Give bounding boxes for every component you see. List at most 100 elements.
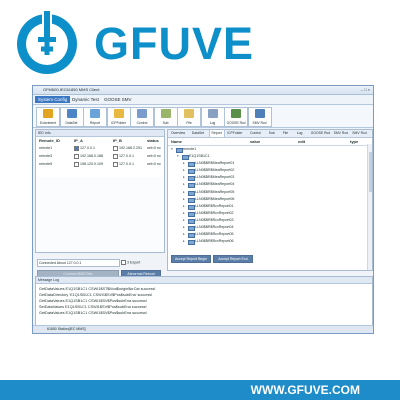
menu-system-config[interactable]: System Config [35,96,71,103]
report-scrollbar[interactable] [367,144,372,270]
collapse-arrow-icon[interactable]: ▸ [183,181,185,188]
collapse-arrow-icon[interactable]: ▸ [183,217,185,224]
tree-node[interactable]: ▸ LLN0$BR$MeaReport05 [168,189,372,196]
menu-goose-smv[interactable]: GOOSE SMV [101,96,135,103]
collapse-arrow-icon[interactable]: ▸ [183,196,185,203]
collapse-arrow-icon[interactable]: ▸ [183,160,185,167]
expand-arrow-icon[interactable]: ▾ [177,153,179,160]
tree-node[interactable]: ▸ LLN0$BR$RcvReport06 [168,238,372,246]
collapse-arrow-icon[interactable]: ▸ [183,174,185,181]
tree-node[interactable]: ▸ LLN0$BR$RcvReport02 [168,210,372,217]
dataset-icon [66,109,77,118]
tab-dataset[interactable]: DataSet [190,130,206,137]
tree-node[interactable]: ▸ LLN0$BR$MeaReport06 [168,196,372,203]
connected-about-field[interactable]: Connected About 127.0.0.1 [37,259,120,267]
toolbar-label: ICPFolder [111,121,126,125]
tree-node[interactable]: ▸ LLN0$BR$MeaReport02 [168,167,372,175]
collapse-arrow-icon[interactable]: ▸ [183,167,185,174]
remote-id-cell-text: remote1 [39,146,53,150]
tree-node[interactable]: ▸ LLN0$BR$MeaReport01 [168,160,372,168]
mms-client-window: GFM600-IEC61850 MMS Client – □ × System … [32,85,374,334]
row-checkbox[interactable] [113,153,118,159]
col-name: Name [171,139,182,144]
toolbar-button-control[interactable]: Control [130,107,154,127]
expert-checkbox[interactable] [121,260,126,265]
report-tabs: Overview DataSet Report ICPFolder Control Sub… [168,130,372,138]
tree-node[interactable]: ▸ LLN0$BR$RcvReport01 [168,203,372,210]
toolbar-button-dataset[interactable]: DataSet [59,107,84,127]
tab-report[interactable]: Report [208,130,225,137]
toolbar-button-smv-rcd[interactable]: SMV Rcd [247,107,272,127]
tree-node[interactable]: ▸ LLN0$BR$RcvReport04 [168,224,372,232]
folder-icon [113,109,124,118]
window-controls[interactable]: – □ × [361,87,370,92]
toolbar-label: SMV Rcd [252,121,267,125]
window-title: GFM600-IEC61850 MMS Client [43,87,100,92]
collapse-arrow-icon[interactable]: ▸ [183,189,185,196]
toolbar-button-goose-rcd[interactable]: GOOSE Rcd [224,107,248,127]
ip-b-cell-text: 127.0.0.1 [119,162,134,166]
tab-icpfolder[interactable]: ICPFolder [225,130,244,137]
website-url[interactable]: WWW.GFUVE.COM [251,383,360,397]
goose-icon [231,109,241,118]
toolbar-label: DataSet [65,121,78,125]
col-ip-b: IP_B [113,138,122,143]
toolbar-button-sub[interactable]: Sub [153,107,178,127]
toolbar-button-report[interactable]: Report [83,107,107,127]
tree-node[interactable]: ▾ remote1 [168,146,372,153]
row-checkbox[interactable] [74,145,79,151]
node-label: LLN0$BR$MeaReport01 [195,161,235,166]
tab-control[interactable]: Control [248,130,263,137]
row-checkbox[interactable] [74,153,79,159]
tab-log[interactable]: Log [295,130,305,137]
accept-report-end-button[interactable]: Accept Report End [213,255,253,263]
ied-row[interactable]: remote3 192.168.0.188 127.0.0.1 net<0 nc [36,153,164,160]
toolbar-button-extortment[interactable]: Extortment [36,107,60,127]
expand-arrow-icon[interactable]: ▾ [171,146,173,153]
status-cell-text: net<0 nc [147,146,161,150]
status-cell: net<0 nc [147,161,161,168]
tree-node[interactable]: ▸ LLN0$BR$RcvReport05 [168,231,372,239]
tab-goose-rcd[interactable]: GOOSE Rcd [309,130,332,137]
collapse-arrow-icon[interactable]: ▸ [183,238,185,245]
col-type: type [350,139,359,144]
log-line: GetDataValues E1Q1SB1C1 CSWI1$SV$Pos$sub… [39,311,147,315]
menu-dynamic-test[interactable]: Dynamic Test [69,96,102,103]
ied-row[interactable]: remote5 198.120.0.109 127.0.0.1 net<0 nc [36,161,164,168]
toolbar-button-log[interactable]: Log [200,107,225,127]
accept-report-begin-button[interactable]: Accept Report Begin [171,255,211,263]
col-status: status [147,138,159,143]
tab-overview[interactable]: Overview [169,130,187,137]
row-checkbox[interactable] [113,145,118,151]
tree-node[interactable]: ▸ LLN0$BR$MeaReport03 [168,174,372,182]
expert-option[interactable]: 3 Expert [121,260,140,265]
tree-node[interactable]: ▸ LLN0$BR$MeaReport04 [168,181,372,189]
tab-smv-rcd[interactable]: SMV Rcd [350,130,368,137]
toolbar-button-file[interactable]: File [177,107,201,127]
scrollbar-thumb[interactable] [368,152,372,192]
collapse-arrow-icon[interactable]: ▸ [183,231,185,238]
tab-file[interactable]: File [281,130,290,137]
ip-a-cell-text: 198.120.0.109 [80,162,103,166]
tree-node[interactable]: ▾ E1Q1SB1C1 [168,153,372,161]
message-log-header: Message Log [36,277,372,284]
ip-b-cell-text: 192.168.2.251 [119,146,142,150]
collapse-arrow-icon[interactable]: ▸ [183,203,185,210]
collapse-arrow-icon[interactable]: ▸ [183,224,185,231]
tab-sub[interactable]: Sub [267,130,277,137]
ied-info-panel: IED Info Remote_ID IP_A IP_B status remo… [35,129,165,253]
col-remote-id: Remote_ID [39,138,60,143]
collapse-arrow-icon[interactable]: ▸ [183,210,185,217]
tab-smv-rcd[interactable]: SMV Rcd [332,130,350,137]
row-checkbox[interactable] [113,161,118,167]
remote-id-cell-text: remote5 [39,162,53,166]
toolbar-label: Log [209,121,216,125]
control-icon [137,109,147,118]
tree-node[interactable]: ▸ LLN0$BR$RcvReport03 [168,217,372,224]
brand-logo: GFUVE [14,11,374,81]
row-checkbox[interactable] [74,161,79,167]
status-cell-text: net<0 nc [147,154,161,158]
node-icon [188,240,195,246]
toolbar-button-icpfolder[interactable]: ICPFolder [106,107,131,127]
ied-row[interactable]: remote1 127.0.0.1 192.168.2.251 net<0 nc [36,145,164,152]
